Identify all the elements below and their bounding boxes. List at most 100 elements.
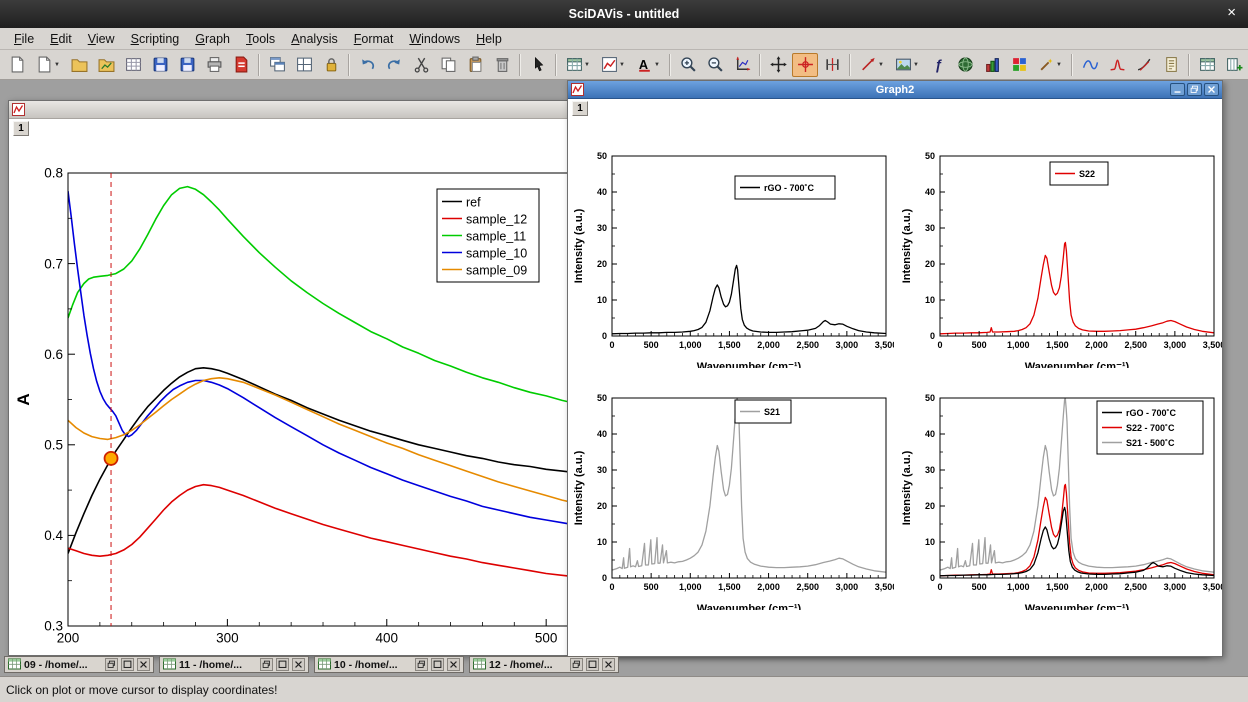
- toolbar-web-button[interactable]: [952, 53, 978, 77]
- minimized-window-label: 11 - /home/...: [179, 659, 257, 671]
- toolbar-window-geometry-button[interactable]: [291, 53, 317, 77]
- menu-graph[interactable]: Graph: [187, 30, 238, 48]
- toolbar-project-explorer-button[interactable]: [120, 53, 146, 77]
- legend-label: sample_09: [466, 263, 527, 277]
- menu-view[interactable]: View: [80, 30, 123, 48]
- toolbar-copy-button[interactable]: [435, 53, 461, 77]
- minimized-window-restore-button[interactable]: [105, 658, 118, 671]
- toolbar-interpolate-button[interactable]: [1077, 53, 1103, 77]
- toolbar-undo-button[interactable]: [354, 53, 380, 77]
- toolbar-plot-style-button[interactable]: ▼: [596, 53, 630, 77]
- graph2-close-button[interactable]: [1204, 83, 1219, 96]
- toolbar-save-project-button[interactable]: [147, 53, 173, 77]
- raman-plot-rgo-svg: 05001,0001,5002,0002,5003,0003,500010203…: [572, 128, 894, 368]
- toolbar-redo-button[interactable]: [381, 53, 407, 77]
- minimized-window-close-button[interactable]: [292, 658, 305, 671]
- svg-text:2,500: 2,500: [796, 340, 819, 350]
- minimized-window-maximize-button[interactable]: [586, 658, 599, 671]
- menu-tools[interactable]: Tools: [238, 30, 283, 48]
- svg-text:3,500: 3,500: [1203, 340, 1222, 350]
- minimized-window-4[interactable]: 12 - /home/...: [469, 656, 619, 673]
- minimized-window-close-button[interactable]: [137, 658, 150, 671]
- menu-scripting[interactable]: Scripting: [123, 30, 188, 48]
- toolbar-histogram-button[interactable]: [979, 53, 1005, 77]
- toolbar-table-options-button[interactable]: [1194, 53, 1220, 77]
- legend-label: sample_12: [466, 212, 527, 226]
- menu-format[interactable]: Format: [346, 30, 402, 48]
- svg-text:0.5: 0.5: [44, 438, 63, 453]
- minimized-window-label: 09 - /home/...: [24, 659, 102, 671]
- toolbar-fit-peak-button[interactable]: [1104, 53, 1130, 77]
- minimized-window-maximize-button[interactable]: [121, 658, 134, 671]
- graphwin-icon: [12, 103, 25, 116]
- minimized-window-maximize-button[interactable]: [431, 658, 444, 671]
- toolbar-script-button[interactable]: [1158, 53, 1184, 77]
- svg-text:0: 0: [609, 340, 614, 350]
- toolbar-open-template-button[interactable]: [93, 53, 119, 77]
- layout-icon: [296, 56, 313, 73]
- minimized-window-close-button[interactable]: [602, 658, 615, 671]
- graph1-layer-button[interactable]: 1: [13, 121, 29, 136]
- minimized-window-restore-button[interactable]: [415, 658, 428, 671]
- minimized-window-close-button[interactable]: [447, 658, 460, 671]
- toolbar-text-format-button[interactable]: A▼: [631, 53, 665, 77]
- toolbar-rescale-axes-button[interactable]: [729, 53, 755, 77]
- raman-plot-s22[interactable]: 05001,0001,5002,0002,5003,0003,500010203…: [900, 128, 1222, 368]
- toolbar-cut-button[interactable]: [408, 53, 434, 77]
- pdf-icon: [233, 56, 250, 73]
- toolbar-data-reader-button[interactable]: [792, 53, 818, 77]
- minimized-window-2[interactable]: 11 - /home/...: [159, 656, 309, 673]
- toolbar-magic-tool-button[interactable]: ▼: [1033, 53, 1067, 77]
- toolbar-new-aspect-button[interactable]: ▼: [31, 53, 65, 77]
- win-min-icon: [1172, 84, 1183, 95]
- toolbar-add-function-button[interactable]: ƒ: [925, 53, 951, 77]
- minimized-window-restore-button[interactable]: [260, 658, 273, 671]
- graph2-minimize-button[interactable]: [1170, 83, 1185, 96]
- minimized-window-1[interactable]: 09 - /home/...: [4, 656, 154, 673]
- svg-text:1,000: 1,000: [1007, 340, 1030, 350]
- raman-plot-s21[interactable]: 05001,0001,5002,0002,5003,0003,500010203…: [572, 370, 894, 610]
- toolbar-print-button[interactable]: [201, 53, 227, 77]
- minimized-window-maximize-button[interactable]: [276, 658, 289, 671]
- menu-analysis[interactable]: Analysis: [283, 30, 346, 48]
- toolbar-zoom-in-button[interactable]: [675, 53, 701, 77]
- toolbar-new-table-button[interactable]: ▼: [561, 53, 595, 77]
- toolbar-separator: [849, 54, 851, 76]
- close-icon[interactable]: ×: [1227, 4, 1236, 22]
- menu-file[interactable]: File: [6, 30, 42, 48]
- graph2-restore-button[interactable]: [1187, 83, 1202, 96]
- toolbar-duplicate-window-button[interactable]: [264, 53, 290, 77]
- graph2-titlebar[interactable]: Graph2: [568, 81, 1222, 99]
- toolbar-save-template-button[interactable]: [174, 53, 200, 77]
- x-axis-label: Wavenumber (cm⁻¹): [1025, 603, 1130, 610]
- titlebar[interactable]: SciDAVis - untitled ×: [0, 0, 1248, 28]
- raman-plot-rgo[interactable]: 05001,0001,5002,0002,5003,0003,500010203…: [572, 128, 894, 368]
- toolbar-add-column-button[interactable]: [1221, 53, 1247, 77]
- table-icon: [1199, 56, 1216, 73]
- svg-text:1,500: 1,500: [718, 340, 741, 350]
- tablewin-icon: [318, 658, 331, 671]
- toolbar-open-project-button[interactable]: [66, 53, 92, 77]
- toolbar-export-pdf-button[interactable]: [228, 53, 254, 77]
- minimized-window-3[interactable]: 10 - /home/...: [314, 656, 464, 673]
- toolbar-pointer-button[interactable]: [525, 53, 551, 77]
- raman-plot-combined[interactable]: 05001,0001,5002,0002,5003,0003,500010203…: [900, 370, 1222, 610]
- toolbar-color-map-button[interactable]: [1006, 53, 1032, 77]
- toolbar-draw-line-button[interactable]: ▼: [855, 53, 889, 77]
- menu-windows[interactable]: Windows: [401, 30, 468, 48]
- toolbar-zoom-out-button[interactable]: [702, 53, 728, 77]
- menu-help[interactable]: Help: [468, 30, 510, 48]
- mb-maximize-icon: [277, 659, 288, 670]
- toolbar-lock-toolbars-button[interactable]: [318, 53, 344, 77]
- toolbar-pan-button[interactable]: [765, 53, 791, 77]
- toolbar-select-range-button[interactable]: [819, 53, 845, 77]
- toolbar-delete-button[interactable]: [489, 53, 515, 77]
- graph2-layer-button[interactable]: 1: [572, 101, 588, 116]
- menu-edit[interactable]: Edit: [42, 30, 80, 48]
- toolbar-add-image-button[interactable]: ▼: [890, 53, 924, 77]
- minimized-window-restore-button[interactable]: [570, 658, 583, 671]
- data-marker: [105, 452, 118, 465]
- toolbar-paste-button[interactable]: [462, 53, 488, 77]
- toolbar-differentiate-button[interactable]: [1131, 53, 1157, 77]
- toolbar-new-project-button[interactable]: [4, 53, 30, 77]
